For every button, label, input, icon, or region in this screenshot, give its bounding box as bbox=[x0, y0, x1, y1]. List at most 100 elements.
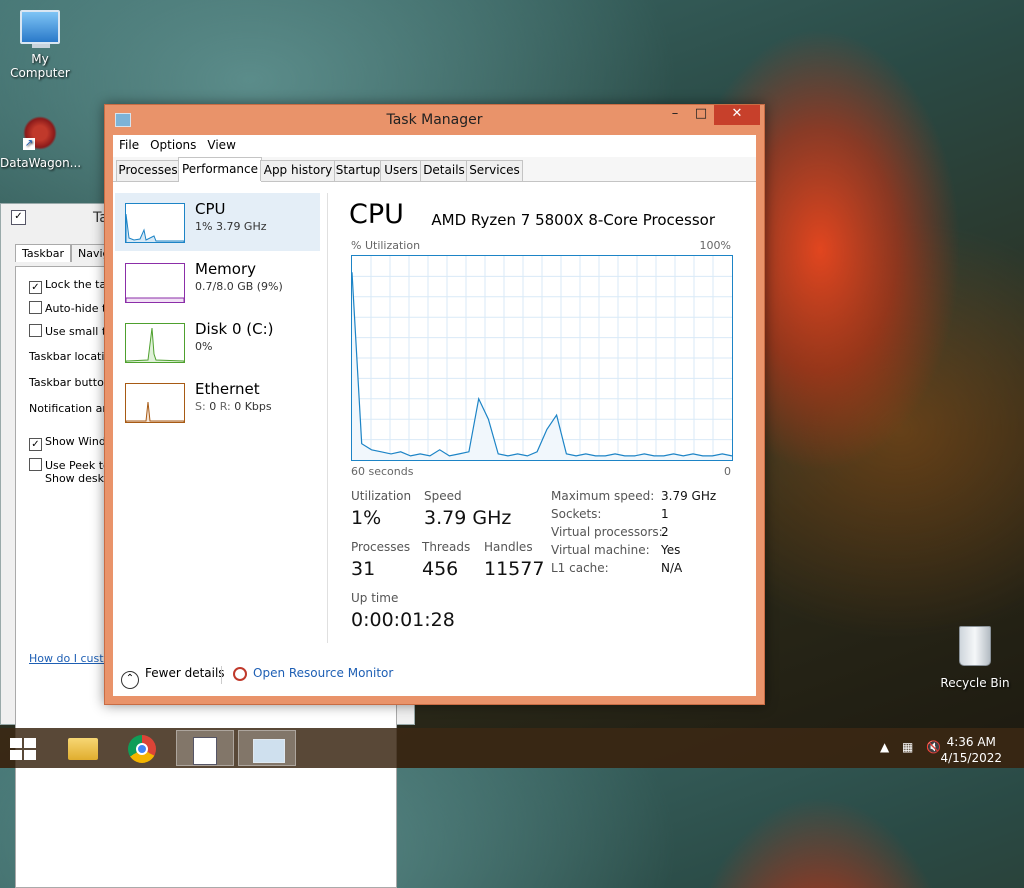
window-titlebar[interactable]: Task Manager – □ ✕ bbox=[105, 105, 764, 135]
tab-details[interactable]: Details bbox=[420, 160, 468, 181]
graph-y-max: 100% bbox=[699, 239, 731, 252]
tab-processes[interactable]: Processes bbox=[116, 160, 180, 181]
tab-performance[interactable]: Performance bbox=[178, 157, 262, 182]
footer-divider bbox=[221, 666, 222, 684]
desktop-icon-my-computer[interactable]: My Computer bbox=[0, 10, 80, 80]
option-label: Show Windo bbox=[45, 435, 113, 448]
resource-item-cpu[interactable]: CPU 1% 3.79 GHz bbox=[115, 193, 320, 251]
graph-x-min: 0 bbox=[724, 465, 731, 478]
datawagon-icon: ↗ bbox=[23, 116, 57, 150]
graph-y-label: % Utilization bbox=[351, 239, 421, 252]
desktop-icon-recycle-bin[interactable]: Recycle Bin bbox=[935, 626, 1015, 690]
desktop-icon-datawagon[interactable]: ↗ DataWagon... bbox=[0, 116, 82, 170]
stat-handles-value: 11577 bbox=[484, 558, 545, 580]
stat-utilization-value: 1% bbox=[351, 507, 382, 529]
taskbar-task-manager[interactable] bbox=[238, 730, 296, 766]
stat-threads-label: Threads bbox=[422, 540, 471, 554]
taskbar-chrome[interactable] bbox=[114, 730, 172, 766]
checkbox[interactable]: ✓ bbox=[29, 281, 42, 294]
show-hidden-icons-arrow-icon[interactable]: ▲ bbox=[880, 740, 889, 754]
resource-item-ethernet[interactable]: Ethernet S: 0 R: 0 Kbps bbox=[115, 373, 320, 431]
option-use-peek[interactable]: Use Peek to Show deskto bbox=[29, 458, 115, 485]
resource-item-disk[interactable]: Disk 0 (C:) 0% bbox=[115, 313, 320, 371]
detail-l1-cache-value: N/A bbox=[661, 561, 683, 575]
system-tray: ▲ ▦ 🔇 4:36 AM 4/15/2022 bbox=[864, 728, 1024, 768]
open-resource-monitor-label: Open Resource Monitor bbox=[253, 666, 394, 680]
folder-icon bbox=[68, 738, 98, 760]
tab-services[interactable]: Services bbox=[466, 160, 523, 181]
checkbox[interactable] bbox=[29, 458, 42, 471]
page-title: CPU bbox=[349, 199, 404, 230]
detail-max-speed-label: Maximum speed: bbox=[551, 489, 655, 503]
menu-bar: File Options View bbox=[113, 135, 756, 157]
resource-monitor-icon bbox=[233, 667, 247, 681]
detail-l1-cache-label: L1 cache: bbox=[551, 561, 609, 575]
tab-startup[interactable]: Startup bbox=[334, 160, 382, 181]
checkbox[interactable] bbox=[29, 301, 42, 314]
resource-summary: 1% 3.79 GHz bbox=[195, 220, 267, 233]
tab-users[interactable]: Users bbox=[380, 160, 422, 181]
resource-summary: 0.7/8.0 GB (9%) bbox=[195, 280, 283, 293]
cpu-graph-svg bbox=[351, 256, 733, 460]
close-button[interactable]: ✕ bbox=[714, 105, 760, 125]
disk-thumbnail-graph bbox=[125, 323, 185, 363]
open-resource-monitor-link[interactable]: Open Resource Monitor bbox=[233, 666, 393, 681]
start-button[interactable] bbox=[10, 738, 38, 760]
detail-sockets-label: Sockets: bbox=[551, 507, 602, 521]
volume-muted-icon[interactable]: 🔇 bbox=[926, 740, 941, 754]
windows-logo-icon bbox=[10, 738, 22, 748]
chrome-icon bbox=[128, 735, 156, 763]
checkbox[interactable] bbox=[29, 324, 42, 337]
stat-speed-label: Speed bbox=[424, 489, 462, 503]
task-manager-window[interactable]: Task Manager – □ ✕ File Options View Proce… bbox=[104, 104, 765, 705]
computer-icon bbox=[20, 10, 60, 48]
taskbar-file-explorer[interactable] bbox=[52, 730, 110, 766]
chevron-up-icon: ⌃ bbox=[121, 671, 139, 689]
resource-name: Disk 0 (C:) bbox=[195, 320, 274, 338]
stat-processes-value: 31 bbox=[351, 558, 376, 580]
memory-thumbnail-graph bbox=[125, 263, 185, 303]
checkbox-app-icon: ✓ bbox=[11, 210, 26, 225]
stat-utilization-label: Utilization bbox=[351, 489, 412, 503]
pane-divider bbox=[327, 193, 328, 643]
properties-icon bbox=[193, 737, 217, 765]
network-icon[interactable]: ▦ bbox=[902, 740, 913, 754]
task-manager-client: File Options View Processes Performance Ap… bbox=[113, 135, 756, 696]
stat-threads-value: 456 bbox=[422, 558, 459, 580]
option-auto-hide[interactable]: Auto-hide th bbox=[29, 301, 113, 315]
stat-speed-value: 3.79 GHz bbox=[424, 507, 512, 529]
taskbar-taskbar-properties[interactable] bbox=[176, 730, 234, 766]
checkbox[interactable]: ✓ bbox=[29, 438, 42, 451]
option-show-windows-store[interactable]: ✓ Show Windo bbox=[29, 435, 113, 451]
detail-max-speed-value: 3.79 GHz bbox=[661, 489, 717, 503]
recycle-bin-icon bbox=[959, 626, 991, 666]
resource-summary: 0% bbox=[195, 340, 213, 353]
fewer-details-button[interactable]: ⌃ Fewer details bbox=[121, 666, 225, 689]
footer-bar: ⌃ Fewer details Open Resource Monitor bbox=[113, 656, 756, 696]
menu-options[interactable]: Options bbox=[144, 135, 201, 152]
resource-item-memory[interactable]: Memory 0.7/8.0 GB (9%) bbox=[115, 253, 320, 311]
desktop-icon-label: DataWagon... bbox=[0, 156, 82, 170]
stat-processes-label: Processes bbox=[351, 540, 411, 554]
detail-virtual-processors-value: 2 bbox=[661, 525, 669, 539]
stat-handles-label: Handles bbox=[484, 540, 533, 554]
clock-date: 4/15/2022 bbox=[940, 751, 1002, 765]
detail-virtual-machine-value: Yes bbox=[661, 543, 681, 557]
minimize-button[interactable]: – bbox=[662, 105, 688, 125]
detail-virtual-processors-label: Virtual processors: bbox=[551, 525, 663, 539]
processor-name: AMD Ryzen 7 5800X 8-Core Processor bbox=[431, 211, 715, 229]
maximize-button[interactable]: □ bbox=[688, 105, 714, 125]
resource-list: CPU 1% 3.79 GHz Memory 0.7/8.0 GB (9%) D… bbox=[115, 193, 323, 643]
menu-view[interactable]: View bbox=[201, 135, 240, 152]
tab-taskbar[interactable]: Taskbar bbox=[15, 244, 71, 262]
tab-app-history[interactable]: App history bbox=[260, 160, 336, 181]
resource-name: CPU bbox=[195, 200, 226, 218]
ethernet-thumbnail-graph bbox=[125, 383, 185, 423]
clock[interactable]: 4:36 AM 4/15/2022 bbox=[940, 734, 1002, 766]
tab-strip: Processes Performance App history Startu… bbox=[113, 157, 756, 182]
resource-name: Memory bbox=[195, 260, 257, 278]
graph-x-label: 60 seconds bbox=[351, 465, 414, 478]
detail-virtual-machine-label: Virtual machine: bbox=[551, 543, 650, 557]
menu-file[interactable]: File bbox=[113, 135, 144, 152]
cpu-detail-pane: CPU AMD Ryzen 7 5800X 8-Core Processor %… bbox=[335, 193, 745, 673]
